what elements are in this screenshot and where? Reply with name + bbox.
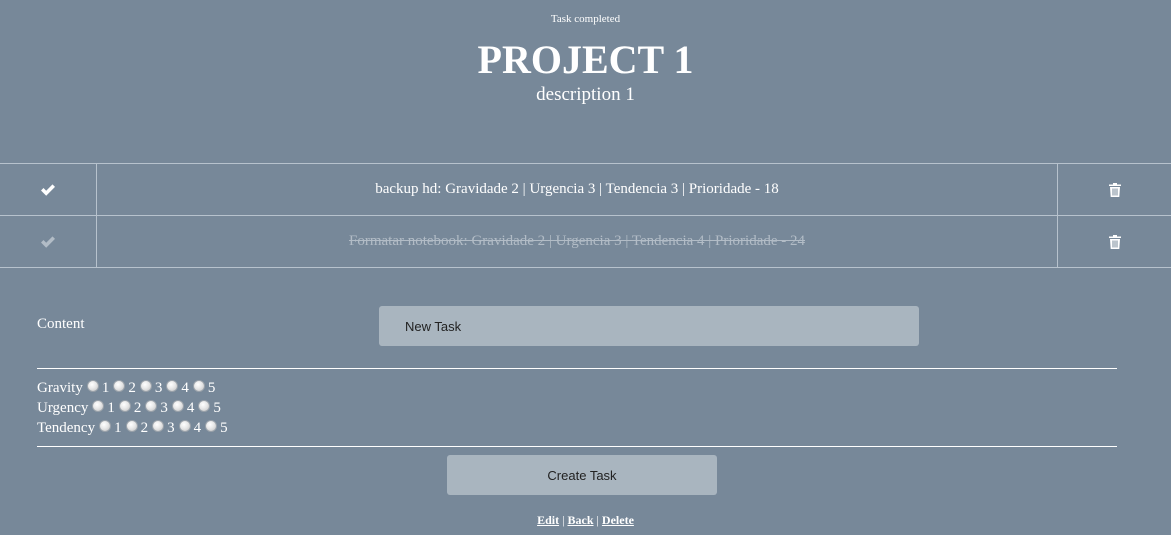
delete-link[interactable]: Delete [602, 513, 634, 527]
trash-icon [1108, 182, 1121, 197]
radio-label: 5 [213, 400, 221, 416]
gravity-radio-4[interactable] [166, 380, 179, 392]
check-icon [40, 235, 56, 249]
gravity-label: Gravity [37, 380, 83, 396]
project-description: description 1 [536, 84, 635, 105]
radio-label: 3 [160, 400, 168, 416]
footer-links: Edit | Back | Delete [0, 513, 1171, 528]
tendency-radio-1[interactable] [99, 420, 112, 432]
complete-task-button[interactable] [0, 216, 97, 267]
tendency-radio-2[interactable] [125, 420, 138, 432]
task-list: backup hd: Gravidade 2 | Urgencia 3 | Te… [0, 163, 1171, 268]
project-title: PROJECT 1 [477, 37, 694, 82]
urgency-radio-1[interactable] [92, 400, 105, 412]
gravity-radio-5[interactable] [192, 380, 205, 392]
radio-label: 5 [220, 420, 228, 436]
radio-label: 2 [133, 400, 142, 416]
urgency-radio-3[interactable] [145, 400, 158, 412]
radio-label: 3 [167, 420, 175, 436]
radio-label: 2 [128, 380, 136, 396]
edit-link[interactable]: Edit [537, 513, 559, 527]
urgency-label: Urgency [37, 400, 89, 416]
tendency-row: Tendency 1 2 3 4 5 [37, 418, 228, 438]
trash-icon [1108, 234, 1121, 249]
urgency-radio-2[interactable] [118, 400, 131, 412]
delete-task-button[interactable] [1058, 216, 1171, 267]
gravity-radio-3[interactable] [139, 380, 152, 392]
task-row: Formatar notebook: Gravidade 2 | Urgenci… [0, 216, 1171, 268]
link-separator: | [559, 513, 568, 527]
gravity-radio-2[interactable] [113, 380, 126, 392]
radio-label: 1 [107, 400, 115, 416]
rating-group: Gravity 1 2 3 4 5 Urgency 1 2 3 4 5 Tend… [37, 378, 228, 438]
tendency-radio-5[interactable] [205, 420, 218, 432]
radio-label: 4 [193, 420, 202, 436]
task-text: backup hd: Gravidade 2 | Urgencia 3 | Te… [97, 164, 1058, 215]
radio-label: 3 [154, 380, 163, 396]
tendency-radio-3[interactable] [152, 420, 165, 432]
check-icon [40, 183, 56, 197]
radio-label: 1 [101, 380, 110, 396]
divider [37, 368, 1117, 369]
tendency-label: Tendency [37, 420, 96, 436]
radio-label: 2 [140, 420, 149, 436]
link-separator: | [593, 513, 602, 527]
divider [37, 446, 1117, 447]
content-label: Content [37, 316, 85, 332]
create-task-button[interactable]: Create Task [447, 455, 717, 495]
complete-task-button[interactable] [0, 164, 97, 215]
task-row: backup hd: Gravidade 2 | Urgencia 3 | Te… [0, 164, 1171, 216]
gravity-radio-1[interactable] [86, 380, 99, 392]
urgency-radio-4[interactable] [171, 400, 184, 412]
radio-label: 4 [181, 380, 189, 396]
radio-label: 4 [186, 400, 195, 416]
delete-task-button[interactable] [1058, 164, 1171, 215]
radio-label: 1 [114, 420, 122, 436]
urgency-row: Urgency 1 2 3 4 5 [37, 398, 228, 418]
task-text: Formatar notebook: Gravidade 2 | Urgenci… [97, 216, 1058, 267]
content-input[interactable] [379, 306, 919, 346]
radio-label: 5 [207, 380, 216, 396]
gravity-row: Gravity 1 2 3 4 5 [37, 378, 228, 398]
urgency-radio-5[interactable] [198, 400, 211, 412]
tendency-radio-4[interactable] [178, 420, 191, 432]
flash-notice: Task completed [550, 13, 621, 25]
back-link[interactable]: Back [568, 513, 594, 527]
